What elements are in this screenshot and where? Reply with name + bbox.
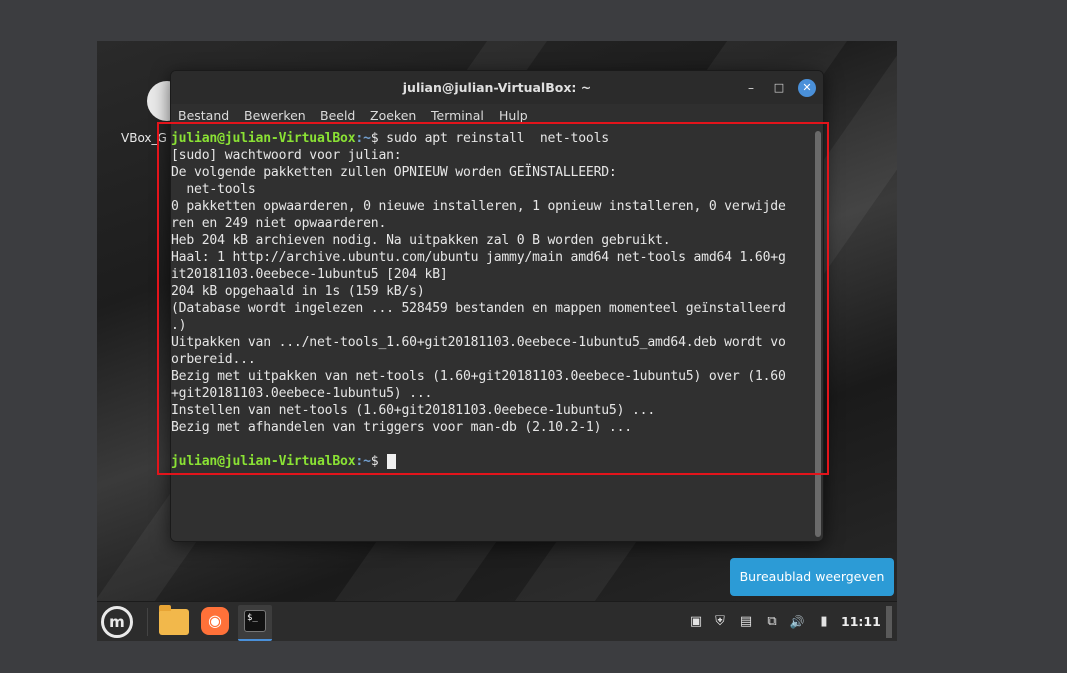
terminal-task-button[interactable]: $_ <box>238 605 272 641</box>
folder-icon[interactable] <box>159 605 189 635</box>
clipboard-icon[interactable]: ▣ <box>687 613 705 631</box>
current-prompt-line: julian@julian-VirtualBox:~$ <box>171 453 786 470</box>
menu-bewerken[interactable]: Bewerken <box>244 108 306 123</box>
minimize-button[interactable]: – <box>743 80 759 96</box>
output-line: Instellen van net-tools (1.60+git2018110… <box>171 403 656 418</box>
maximize-button[interactable]: □ <box>771 80 787 96</box>
command-text: sudo apt reinstall net-tools <box>386 131 609 146</box>
prompt-symbol: $ <box>370 454 387 469</box>
text-cursor <box>387 454 397 469</box>
prompt-symbol: $ <box>370 131 387 146</box>
firefox-icon[interactable]: ◉ <box>201 607 229 635</box>
terminal-output: julian@julian-VirtualBox:~$ sudo apt rei… <box>171 130 786 470</box>
network-icon[interactable]: ⧉ <box>763 613 781 631</box>
output-line: [sudo] wachtwoord voor julian: <box>171 148 402 163</box>
output-line: orbereid... <box>171 352 256 367</box>
title-bar[interactable]: julian@julian-VirtualBox: ~ – □ ✕ <box>171 71 823 104</box>
taskbar: m ◉ $_ ▣ ⛨ ▤ ⧉ 🔊 ▮ 11:11 <box>97 601 897 641</box>
prompt-user: julian@julian-VirtualBox <box>171 454 356 469</box>
terminal-window[interactable]: julian@julian-VirtualBox: ~ – □ ✕ Bestan… <box>170 70 824 542</box>
output-line: Bezig met afhandelen van triggers voor m… <box>171 420 632 435</box>
taskbar-separator <box>147 608 148 636</box>
window-title: julian@julian-VirtualBox: ~ <box>402 80 592 95</box>
close-button[interactable]: ✕ <box>798 79 816 97</box>
output-line: Heb 204 kB archieven nodig. Na uitpakken… <box>171 233 671 248</box>
menu-bar: Bestand Bewerken Beeld Zoeken Terminal H… <box>171 104 823 126</box>
battery-icon[interactable]: ▮ <box>815 613 833 631</box>
show-desktop-button[interactable]: Bureaublad weergeven <box>730 558 894 596</box>
prompt-path: :~ <box>355 454 371 469</box>
menu-hulp[interactable]: Hulp <box>499 108 528 123</box>
menu-terminal[interactable]: Terminal <box>431 108 484 123</box>
output-line: 204 kB opgehaald in 1s (159 kB/s) <box>171 284 425 299</box>
output-line: .) <box>171 318 187 333</box>
clock[interactable]: 11:11 <box>841 614 881 629</box>
output-line: ren en 249 niet opwaarderen. <box>171 216 387 231</box>
prompt-path: :~ <box>355 131 371 146</box>
prompt-user: julian@julian-VirtualBox <box>171 131 356 146</box>
mint-menu-icon[interactable]: m <box>101 606 133 638</box>
scrollbar[interactable] <box>815 131 821 537</box>
volume-icon[interactable]: 🔊 <box>788 613 806 631</box>
update-icon[interactable]: ▤ <box>737 613 755 631</box>
output-line: Haal: 1 http://archive.ubuntu.com/ubuntu… <box>171 250 786 265</box>
output-line: Uitpakken van .../net-tools_1.60+git2018… <box>171 335 786 350</box>
desktop-icon-label[interactable]: VBox_G <box>121 131 167 145</box>
output-line: net-tools <box>171 182 256 197</box>
output-line: Bezig met uitpakken van net-tools (1.60+… <box>171 369 786 384</box>
menu-bestand[interactable]: Bestand <box>178 108 229 123</box>
output-line: 0 pakketten opwaarderen, 0 nieuwe instal… <box>171 199 786 214</box>
menu-beeld[interactable]: Beeld <box>320 108 355 123</box>
output-line: +git20181103.0eebece-1ubuntu5) ... <box>171 386 433 401</box>
terminal-content[interactable]: julian@julian-VirtualBox:~$ sudo apt rei… <box>171 126 809 541</box>
command-line: julian@julian-VirtualBox:~$ sudo apt rei… <box>171 130 786 147</box>
menu-zoeken[interactable]: Zoeken <box>370 108 416 123</box>
output-line: (Database wordt ingelezen ... 528459 bes… <box>171 301 786 316</box>
terminal-icon: $_ <box>244 610 266 632</box>
vm-screen: VBox_G julian@julian-VirtualBox: ~ – □ ✕… <box>97 41 897 641</box>
output-line: it20181103.0eebece-1ubuntu5 [204 kB] <box>171 267 448 282</box>
show-desktop-corner[interactable] <box>886 606 892 638</box>
shield-icon[interactable]: ⛨ <box>711 613 729 631</box>
output-line: De volgende pakketten zullen OPNIEUW wor… <box>171 165 617 180</box>
